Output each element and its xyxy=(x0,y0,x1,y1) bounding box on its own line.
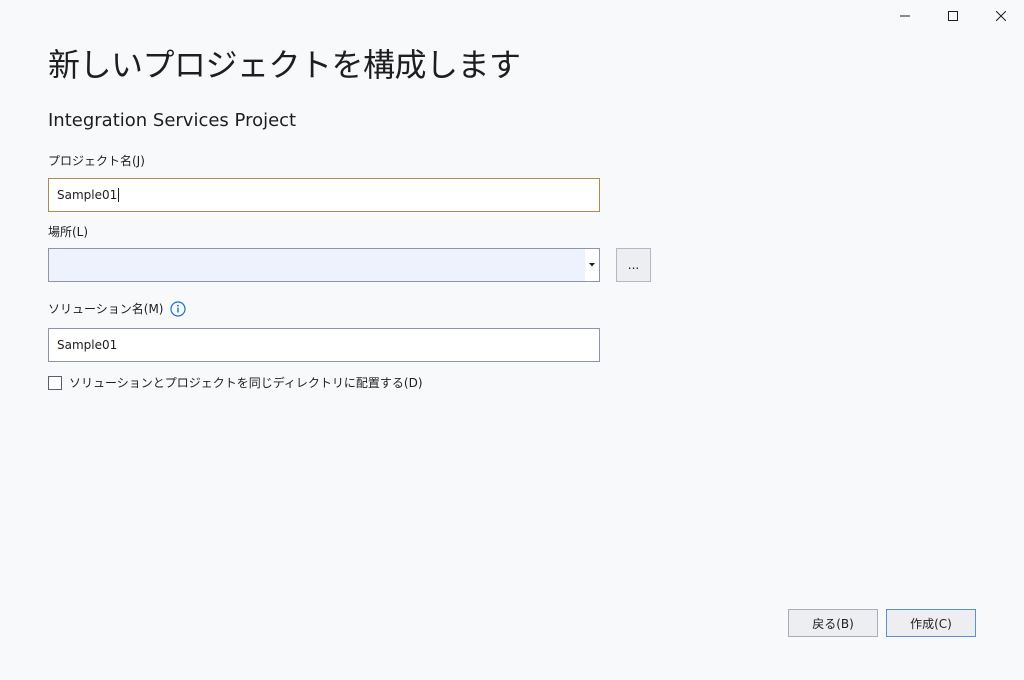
same-directory-checkbox[interactable] xyxy=(48,375,62,390)
close-icon xyxy=(996,11,1006,21)
text-caret xyxy=(118,188,120,202)
info-icon[interactable] xyxy=(170,300,187,317)
back-button[interactable]: 戻る(B) xyxy=(788,609,878,637)
close-button[interactable] xyxy=(978,0,1024,32)
project-name-label: プロジェクト名(J) xyxy=(48,152,145,169)
solution-name-value: Sample01 xyxy=(57,338,118,352)
minimize-button[interactable] xyxy=(882,0,928,32)
same-directory-option[interactable]: ソリューションとプロジェクトを同じディレクトリに配置する(D) xyxy=(48,374,423,391)
minimize-icon xyxy=(900,15,910,17)
project-type-subtitle: Integration Services Project xyxy=(48,110,297,131)
browse-button[interactable]: ... xyxy=(616,248,651,282)
location-combobox[interactable] xyxy=(48,248,600,282)
location-label: 場所(L) xyxy=(48,223,88,240)
maximize-button[interactable] xyxy=(930,0,976,32)
solution-name-label-text: ソリューション名(M) xyxy=(48,302,164,316)
create-button[interactable]: 作成(C) xyxy=(886,609,976,637)
new-project-dialog: 新しいプロジェクトを構成します Integration Services Pro… xyxy=(0,0,1024,680)
solution-name-label: ソリューション名(M) xyxy=(48,300,187,317)
chevron-down-icon xyxy=(589,263,595,267)
project-name-label-text: プロジェクト名(J) xyxy=(48,154,145,168)
page-title: 新しいプロジェクトを構成します xyxy=(48,46,521,84)
location-dropdown-toggle[interactable] xyxy=(585,249,599,281)
project-name-value: Sample01 xyxy=(57,188,118,202)
location-label-text: 場所(L) xyxy=(48,225,89,239)
solution-name-input[interactable]: Sample01 xyxy=(48,328,600,362)
project-name-input[interactable]: Sample01 xyxy=(48,178,600,212)
same-directory-label: ソリューションとプロジェクトを同じディレクトリに配置する(D) xyxy=(69,376,423,390)
maximize-icon xyxy=(948,11,958,21)
